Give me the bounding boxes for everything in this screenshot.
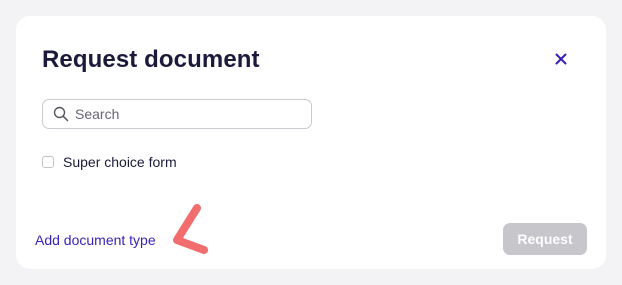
close-button[interactable] <box>549 47 573 71</box>
option-label: Super choice form <box>63 154 177 170</box>
annotation-arrow-mark <box>173 204 208 254</box>
option-checkbox[interactable] <box>42 156 54 168</box>
option-super-choice-form[interactable]: Super choice form <box>42 154 177 170</box>
request-button[interactable]: Request <box>503 223 587 255</box>
search-icon <box>52 105 70 123</box>
close-icon <box>555 53 567 65</box>
request-document-modal: Request document Super choice form Add d… <box>16 16 606 269</box>
add-document-type-link[interactable]: Add document type <box>35 232 156 248</box>
search-input[interactable] <box>75 106 295 122</box>
search-box[interactable] <box>42 99 312 129</box>
modal-title: Request document <box>42 46 260 73</box>
